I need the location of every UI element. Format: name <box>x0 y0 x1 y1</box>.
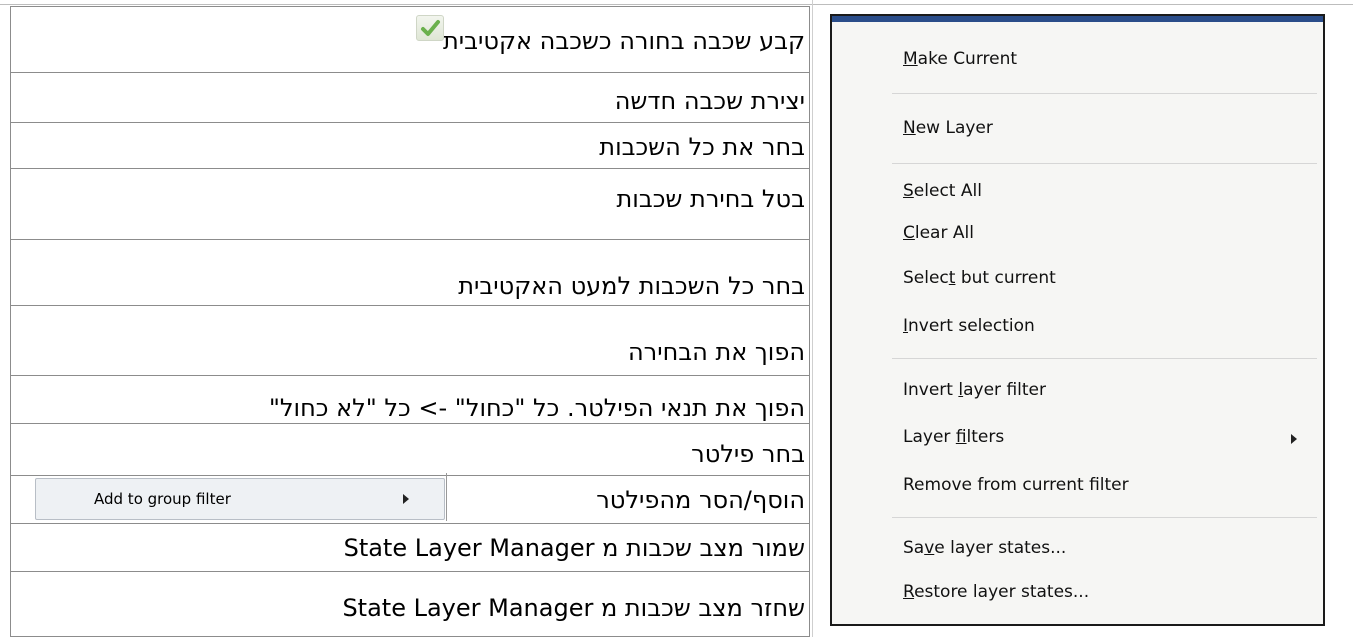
menu-item-make-current[interactable]: Make Current <box>903 49 1017 69</box>
menu-item-invert-layer-filter[interactable]: Invert layer filter <box>903 380 1046 400</box>
menu-item-restore-layer-states[interactable]: Restore layer states... <box>903 582 1089 602</box>
checkmark-icon <box>416 15 444 41</box>
window-strip <box>832 16 1323 22</box>
description-text: בטל בחירת שכבות <box>616 185 805 213</box>
description-text: הוסף/הסר מהפילטר <box>596 486 805 514</box>
menu-separator <box>892 358 1317 359</box>
description-text: בחר פילטר <box>691 440 805 468</box>
description-text: בחר את כל השכבות <box>599 133 805 161</box>
table-row: שחזר מצב שכבות מ State Layer Manager <box>10 572 810 637</box>
layer-context-menu: Make Current New Layer Select All Clear … <box>830 14 1325 626</box>
table-row: יצירת שכבה חדשה <box>10 73 810 123</box>
menu-item-save-layer-states[interactable]: Save layer states... <box>903 538 1066 558</box>
description-text: הפוך את תנאי הפילטר. כל "כחול" -> כל "לא… <box>268 394 805 422</box>
description-text: בחר כל השכבות למעט האקטיבית <box>458 272 805 300</box>
column-divider <box>812 0 813 637</box>
menu-item-select-all[interactable]: Select All <box>903 181 982 201</box>
table-row: בחר את כל השכבות <box>10 123 810 169</box>
menu-separator <box>892 163 1317 164</box>
submenu-add-to-group-filter[interactable]: Add to group filter <box>35 473 447 521</box>
table-row: בחר כל השכבות למעט האקטיבית <box>10 240 810 306</box>
chevron-right-icon <box>403 494 409 504</box>
menu-item-layer-filters[interactable]: Layer filters <box>903 427 1004 447</box>
menu-item-clear-all[interactable]: Clear All <box>903 223 974 243</box>
table-row: הפוך את הבחירה <box>10 306 810 376</box>
menu-item-select-but-current[interactable]: Select but current <box>903 268 1056 288</box>
description-text: קבע שכבה בחורה כשכבה אקטיבית <box>443 27 805 55</box>
submenu-item-label: Add to group filter <box>94 490 231 508</box>
table-row: בחר פילטר <box>10 424 810 476</box>
table-row: הפוך את תנאי הפילטר. כל "כחול" -> כל "לא… <box>10 376 810 424</box>
top-rule <box>0 4 1353 5</box>
chevron-right-icon <box>1291 434 1297 444</box>
menu-item-remove-from-current-filter[interactable]: Remove from current filter <box>903 475 1129 495</box>
description-text: יצירת שכבה חדשה <box>614 87 805 115</box>
table-row: קבע שכבה בחורה כשכבה אקטיבית <box>10 6 810 73</box>
description-text: הפוך את הבחירה <box>628 338 805 366</box>
menu-separator <box>892 93 1317 94</box>
table-row: שמור מצב שכבות מ State Layer Manager <box>10 524 810 572</box>
table-row: בטל בחירת שכבות <box>10 169 810 240</box>
menu-item-invert-selection[interactable]: Invert selection <box>903 316 1035 336</box>
divider <box>446 473 447 521</box>
menu-separator <box>892 517 1317 518</box>
description-text: שחזר מצב שכבות מ State Layer Manager <box>342 594 805 622</box>
menu-item-new-layer[interactable]: New Layer <box>903 118 993 138</box>
description-text: שמור מצב שכבות מ State Layer Manager <box>343 534 805 562</box>
